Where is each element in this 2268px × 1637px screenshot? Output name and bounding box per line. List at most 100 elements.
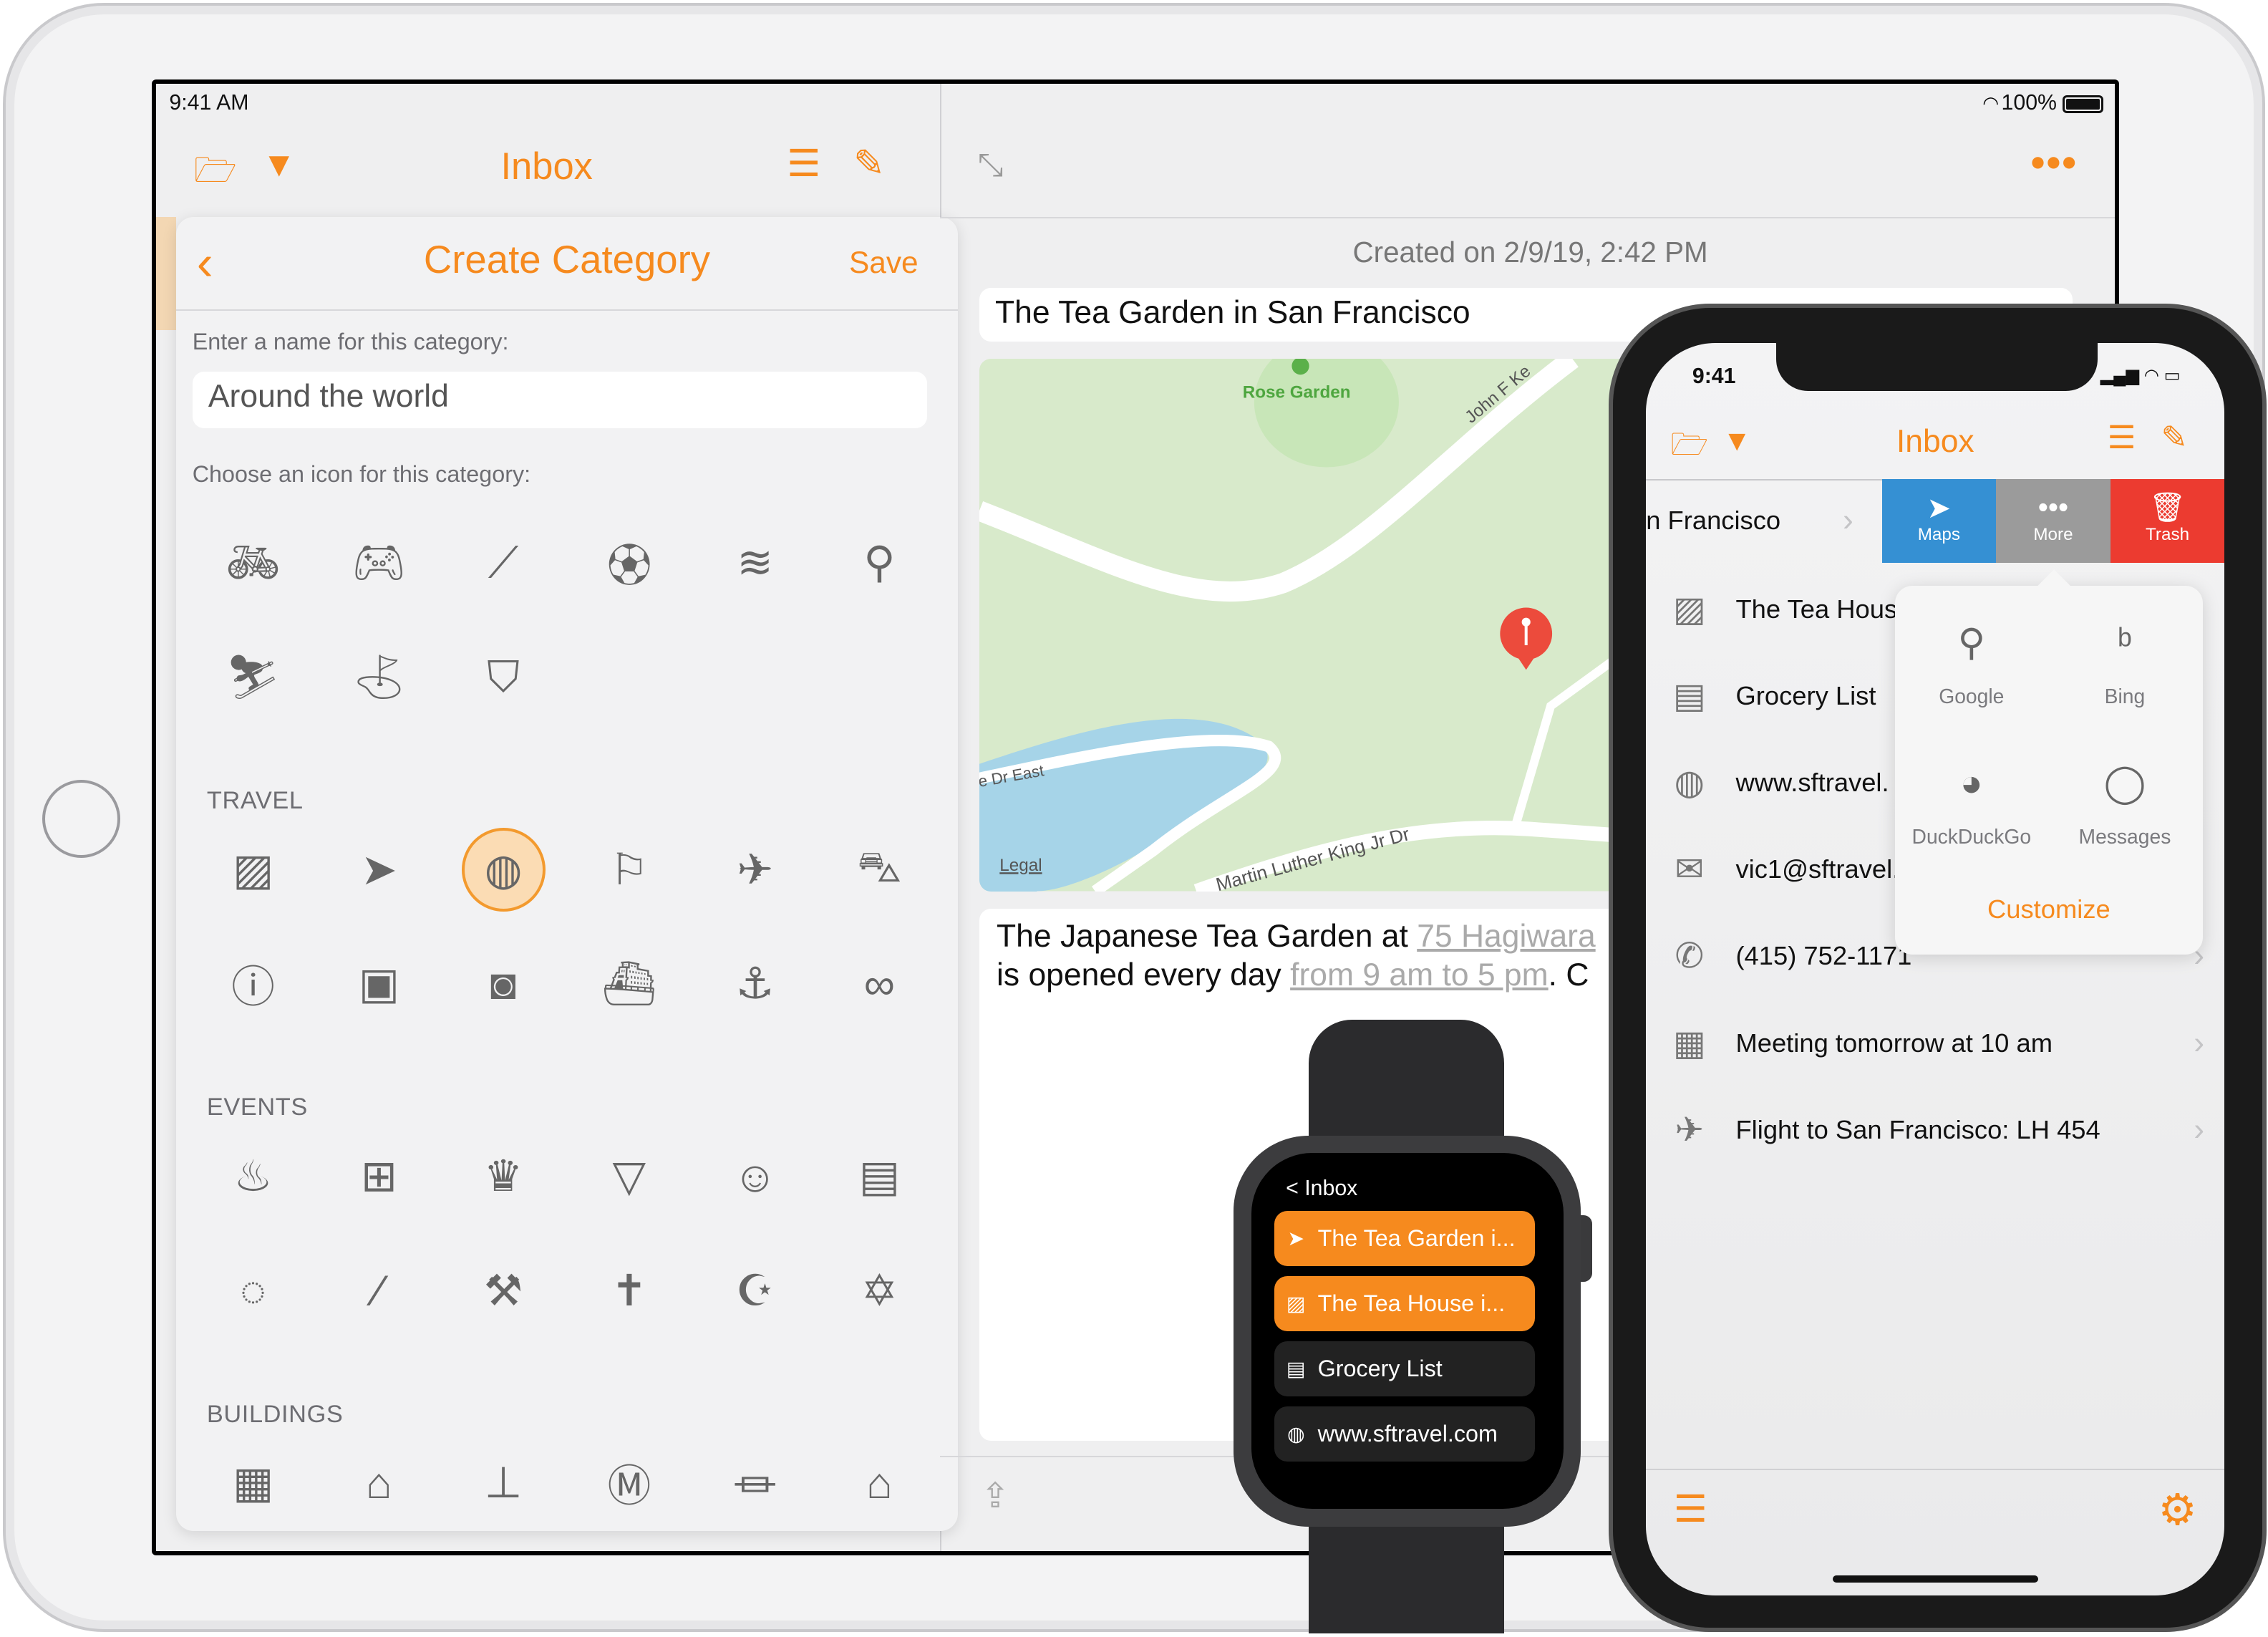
compose-icon[interactable]: ✎ — [853, 142, 885, 185]
chevron-right-icon: › — [2194, 1025, 2205, 1061]
checklist-icon[interactable]: ☰ — [1674, 1487, 1707, 1531]
bank-icon[interactable]: ⏛ — [723, 1451, 787, 1515]
suitcase-icon[interactable]: ▣ — [347, 952, 411, 1015]
hours-link[interactable]: from 9 am to 5 pm — [1290, 957, 1549, 993]
flag-icon[interactable]: ⚐ — [597, 838, 661, 902]
home-indicator[interactable] — [1832, 1575, 2038, 1583]
name-label: Enter a name for this category: — [192, 328, 509, 354]
star-and-crescent-icon[interactable]: ☪ — [723, 1259, 787, 1323]
gavel-icon[interactable]: ⚒ — [472, 1259, 536, 1323]
swiped-row[interactable]: n Francisco › — [1646, 479, 1881, 563]
location-arrow-icon[interactable]: ➤ — [347, 838, 411, 902]
list-item-label: vic1@sftravel. — [1735, 854, 1900, 884]
skier-icon[interactable]: ⛷︎ — [221, 645, 285, 709]
airplane-icon[interactable]: ✈ — [723, 838, 787, 902]
address-link[interactable]: 75 Hagiwara — [1417, 919, 1595, 954]
home-button[interactable] — [42, 779, 120, 859]
list-item-label: (415) 752-1171 — [1735, 941, 1912, 971]
baseball-bat-icon[interactable]: ⟋ — [472, 531, 536, 594]
status-time: 9:41 AM — [169, 91, 249, 115]
globe-icon: ◍ — [1674, 763, 1705, 803]
create-category-popover: ‹ Create Category Save Enter a name for … — [176, 217, 958, 1531]
expand-icon[interactable]: ⤡ — [978, 148, 1004, 183]
trash-action-button[interactable]: 🗑︎ Trash — [2110, 478, 2225, 563]
watch-list-item[interactable]: ➤ The Tea Garden i... — [1274, 1211, 1535, 1266]
filter-icon[interactable]: ▼ — [262, 145, 296, 185]
list-item[interactable]: ✈ Flight to San Francisco: LH 454 › — [1646, 1086, 2224, 1173]
list-item[interactable]: ▦ Meeting tomorrow at 10 am › — [1646, 1000, 2224, 1086]
ship-icon[interactable]: ⛴ — [597, 952, 661, 1015]
watch-list-item[interactable]: ◍ www.sftravel.com — [1274, 1406, 1535, 1462]
share-icon[interactable]: ⇪ — [981, 1476, 1010, 1516]
theater-masks-icon[interactable]: ☺ — [723, 1144, 787, 1208]
stage: 9:41 AM 100% ◠ 🗁 ▼ Inbox ☰ ✎ ‹ Create Ca… — [0, 0, 2268, 1636]
globe-icon[interactable]: ◍ — [461, 827, 546, 912]
duckduckgo-option[interactable]: ◕ DuckDuckGo — [1895, 761, 2048, 849]
gear-icon[interactable]: ⚙ — [2158, 1484, 2196, 1535]
birthday-cake-icon[interactable]: ♨ — [221, 1144, 285, 1208]
ping-pong-icon[interactable]: ⚲ — [848, 531, 911, 594]
trophy-icon[interactable]: ♛ — [472, 1144, 536, 1208]
gamepad-icon[interactable]: 🎮︎ — [347, 531, 411, 594]
cross-icon[interactable]: ✝ — [597, 1259, 661, 1323]
messages-option[interactable]: ◯ Messages — [2048, 761, 2201, 849]
star-of-david-icon[interactable]: ✡ — [848, 1259, 911, 1323]
watch-item-label: The Tea House i... — [1317, 1290, 1506, 1316]
left-nav-title: Inbox — [500, 145, 593, 188]
filter-icon[interactable]: ▼ — [1722, 424, 1751, 458]
bicycle-icon[interactable]: 🚲︎ — [221, 531, 285, 594]
list-add-icon[interactable]: ☰ — [787, 142, 820, 185]
option-label: Bing — [2104, 685, 2146, 708]
swimmer-icon[interactable]: ≋ — [723, 531, 787, 594]
magic-wand-icon[interactable]: ⁄ — [347, 1259, 411, 1323]
document-icon: ▤ — [1286, 1356, 1306, 1380]
chat-bubbles-icon[interactable]: ◌ — [221, 1259, 285, 1323]
image-icon[interactable]: ▨ — [221, 838, 285, 902]
ellipsis-icon[interactable]: ••• — [2031, 139, 2078, 185]
list-item-label: Meeting tomorrow at 10 am — [1735, 1028, 2053, 1058]
note-text: The Japanese Tea Garden at — [997, 918, 1418, 954]
list-item-label: Flight to San Francisco: LH 454 — [1735, 1114, 2100, 1144]
list-add-icon[interactable]: ☰ — [2108, 420, 2136, 456]
golf-flag-icon[interactable]: ⛳︎ — [347, 645, 411, 709]
save-button[interactable]: Save — [849, 246, 919, 280]
hockey-mask-icon[interactable]: ⛉ — [472, 645, 536, 709]
soccer-ball-icon[interactable]: ⚽︎ — [597, 531, 661, 594]
folder-open-icon[interactable]: 🗁 — [194, 145, 237, 204]
museum-m-icon[interactable]: Ⓜ — [597, 1451, 661, 1515]
watch-back-button[interactable]: < Inbox — [1286, 1177, 1357, 1201]
factory-icon[interactable]: ⌂ — [347, 1451, 411, 1515]
car-icon[interactable]: ⛍ — [848, 838, 911, 902]
option-label: DuckDuckGo — [1911, 824, 2032, 848]
option-label: Google — [1939, 685, 2005, 708]
anchor-icon[interactable]: ⚓︎ — [723, 952, 787, 1015]
customize-button[interactable]: Customize — [1895, 894, 2203, 924]
header-divider — [176, 309, 958, 312]
garage-icon[interactable]: ⌂ — [848, 1451, 911, 1515]
google-option[interactable]: ⚲ Google — [1895, 621, 2048, 708]
gift-icon[interactable]: ⊞ — [347, 1144, 411, 1208]
monument-icon[interactable]: ⊥ — [472, 1451, 536, 1515]
info-icon[interactable]: ⓘ — [221, 952, 285, 1015]
watch-list-item[interactable]: ▤ Grocery List — [1274, 1341, 1535, 1396]
location-arrow-icon: ➤ — [1927, 491, 1952, 524]
compose-icon[interactable]: ✎ — [2161, 420, 2187, 456]
more-action-button[interactable]: ••• More — [1996, 478, 2110, 563]
image-icon: ▨ — [1672, 589, 1706, 629]
binoculars-icon[interactable]: ∞ — [848, 952, 911, 1015]
camera-icon[interactable]: ◙ — [472, 952, 536, 1015]
map-view[interactable]: Rose Garden John F Ke e Dr East Martin L… — [979, 359, 1630, 892]
building-icon[interactable]: ▦ — [221, 1451, 285, 1515]
duckduckgo-icon: ◕ — [1959, 761, 1983, 804]
film-icon[interactable]: ▤ — [848, 1144, 911, 1208]
speech-bubble-icon: ◯ — [2103, 761, 2146, 804]
category-name-input[interactable]: Around the world — [192, 372, 928, 428]
maps-action-button[interactable]: ➤ Maps — [1881, 478, 1997, 563]
watch-item-label: Grocery List — [1317, 1355, 1443, 1381]
bing-option[interactable]: ᵇ Bing — [2048, 621, 2201, 708]
chevron-left-icon[interactable]: ‹ — [197, 234, 213, 291]
folder-open-icon[interactable]: 🗁 — [1671, 422, 1709, 474]
trash-icon: 🗑︎ — [2148, 490, 2186, 523]
watch-list-item[interactable]: ▨ The Tea House i... — [1274, 1275, 1535, 1331]
cocktail-icon[interactable]: ▽ — [597, 1144, 661, 1208]
